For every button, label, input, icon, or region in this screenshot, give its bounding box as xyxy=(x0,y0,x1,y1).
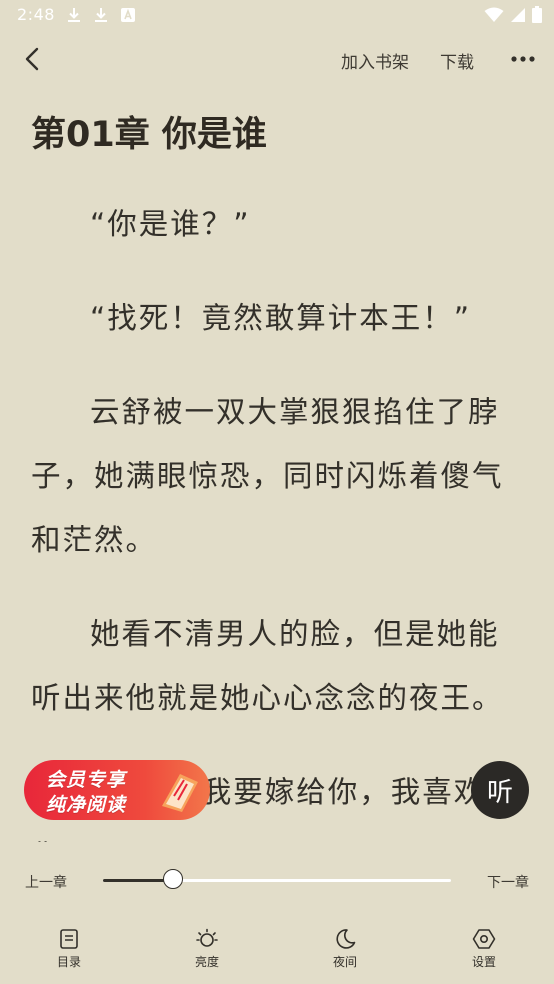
wifi-icon xyxy=(484,7,504,22)
status-right-icons xyxy=(484,6,542,23)
nav-catalog[interactable]: 目录 xyxy=(34,928,104,970)
add-to-shelf-button[interactable]: 加入书架 xyxy=(341,48,409,73)
paragraph: “找死！竟然敢算计本王！” xyxy=(90,301,472,335)
nav-night-label: 夜间 xyxy=(332,955,357,969)
more-icon[interactable] xyxy=(510,47,536,71)
signal-icon xyxy=(511,7,525,22)
bottom-toolbar: 目录 亮度 夜间 设置 xyxy=(0,920,554,984)
back-arrow-icon[interactable] xyxy=(18,44,48,74)
catalog-icon xyxy=(60,929,78,949)
paragraph: 她看不清男人的脸，但是她能听出来他就是她心心念念的夜王。 xyxy=(31,617,504,715)
status-time: 2:48 xyxy=(17,5,55,24)
nav-catalog-label: 目录 xyxy=(56,955,81,969)
nav-brightness-label: 亮度 xyxy=(194,955,219,969)
moon-icon xyxy=(336,929,356,949)
vip-badge-line1: 会员专享 xyxy=(46,769,127,791)
slider-thumb[interactable] xyxy=(162,869,183,889)
download-icon xyxy=(95,8,107,22)
settings-icon xyxy=(472,929,496,949)
nav-night[interactable]: 夜间 xyxy=(310,928,380,970)
paragraph: “你是谁？” xyxy=(90,207,251,241)
chapter-content: “你是谁？” “找死！竟然敢算计本王！” 云舒被一双大掌狠狠掐住了脖子，她满眼惊… xyxy=(31,192,526,842)
listen-button[interactable]: 听 xyxy=(471,761,529,819)
vip-ad-free-badge[interactable]: 会员专享 纯净阅读 xyxy=(24,760,210,820)
chapter-title: 第01章 你是谁 xyxy=(31,115,267,155)
book-icon xyxy=(162,774,198,812)
battery-icon xyxy=(532,6,542,23)
nav-settings[interactable]: 设置 xyxy=(449,928,519,970)
prev-chapter-button[interactable]: 上一章 xyxy=(25,872,67,892)
status-bar: 2:48 xyxy=(0,0,554,30)
vip-badge-line2: 纯净阅读 xyxy=(46,794,127,816)
font-icon xyxy=(121,8,135,22)
download-icon xyxy=(68,8,80,22)
download-button[interactable]: 下载 xyxy=(440,48,474,73)
nav-brightness[interactable]: 亮度 xyxy=(172,928,242,970)
next-chapter-button[interactable]: 下一章 xyxy=(487,872,529,892)
brightness-icon xyxy=(196,928,218,947)
chapter-progress-slider[interactable] xyxy=(103,869,451,889)
top-bar: 加入书架 下载 xyxy=(0,30,554,88)
listen-button-label: 听 xyxy=(486,777,513,808)
chapter-progress: 上一章 下一章 xyxy=(0,860,554,902)
paragraph: 云舒被一双大掌狠狠掐住了脖子，她满眼惊恐，同时闪烁着傻气和茫然。 xyxy=(31,395,504,557)
reader-page: 2:48 加入书架 下载 第01章 你是谁 “你是谁？” “找死！竟然敢算计本王… xyxy=(0,0,554,984)
nav-settings-label: 设置 xyxy=(471,955,496,969)
